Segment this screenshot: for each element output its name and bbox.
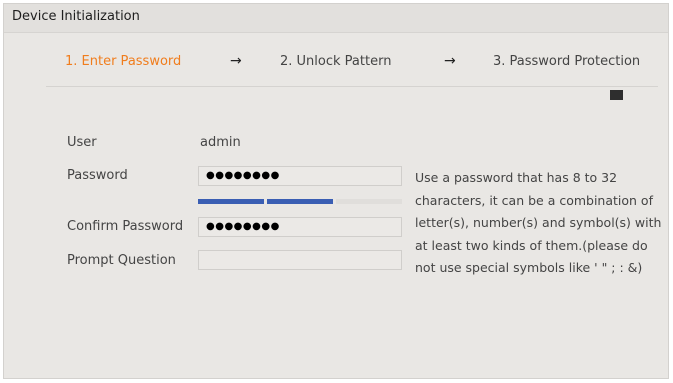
dialog-title: Device Initialization	[12, 9, 140, 24]
confirm-password-input[interactable]: ●●●●●●●●	[198, 217, 402, 237]
device-initialization-dialog: Device Initialization 1. Enter Password …	[3, 3, 669, 379]
user-value: admin	[200, 135, 241, 150]
step-arrow-1: →	[230, 53, 242, 69]
confirm-password-masked-value: ●●●●●●●●	[206, 221, 280, 232]
strength-segment-1	[198, 199, 264, 204]
step-unlock-pattern: 2. Unlock Pattern	[280, 54, 392, 69]
strength-segment-2	[267, 199, 333, 204]
password-requirements-hint: Use a password that has 8 to 32 characte…	[415, 170, 662, 275]
step-arrow-2: →	[444, 53, 456, 69]
steps-divider	[46, 86, 658, 87]
password-label: Password	[67, 168, 128, 183]
password-strength-meter	[198, 199, 402, 204]
prompt-question-input[interactable]	[198, 250, 402, 270]
strength-segment-3	[336, 199, 402, 204]
user-label: User	[67, 135, 97, 150]
prompt-question-label: Prompt Question	[67, 253, 176, 268]
password-input[interactable]: ●●●●●●●●	[198, 166, 402, 186]
step-password-protection: 3. Password Protection	[493, 54, 641, 69]
step-enter-password: 1. Enter Password	[65, 54, 182, 69]
title-bar: Device Initialization	[4, 4, 668, 33]
password-masked-value: ●●●●●●●●	[206, 170, 280, 181]
confirm-password-label: Confirm Password	[67, 219, 184, 234]
square-icon	[610, 90, 623, 100]
